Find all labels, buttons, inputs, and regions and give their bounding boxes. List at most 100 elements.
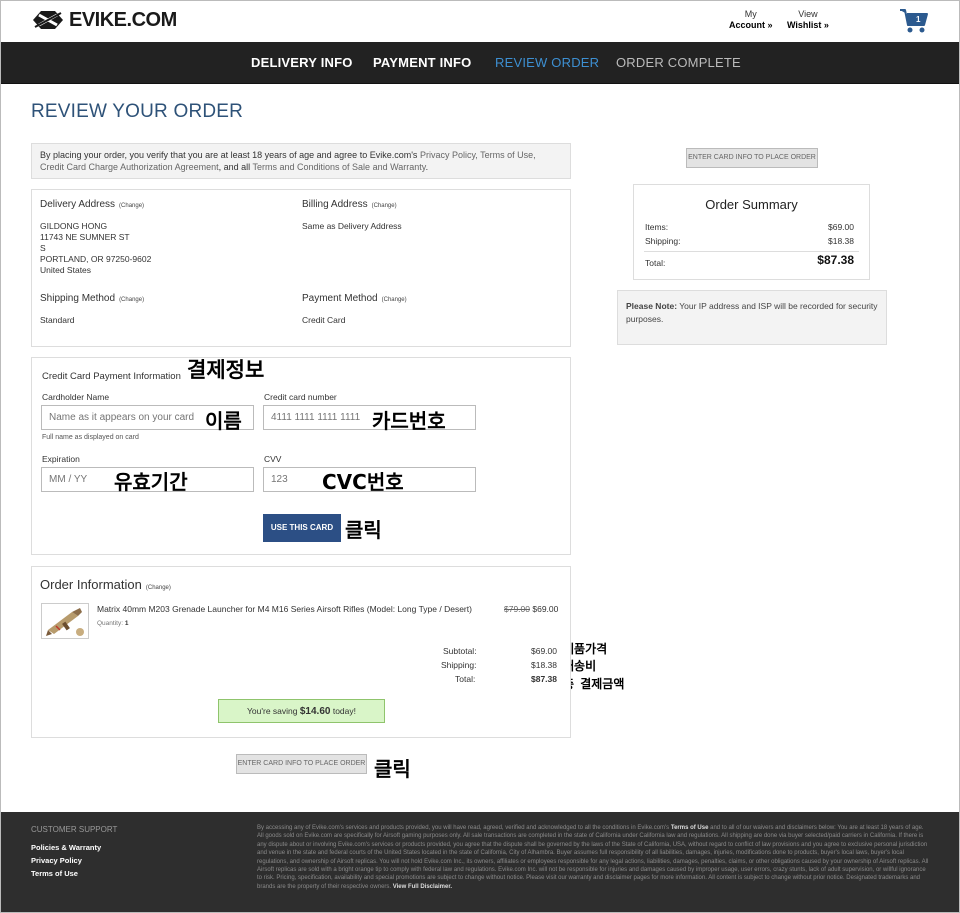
shipping-method-label: Shipping Method — [40, 293, 116, 304]
total-value: $87.38 — [531, 674, 557, 684]
authorization-agreement-link[interactable]: Authorization Agreement — [120, 162, 219, 172]
card-section-title: Credit Card Payment Information — [42, 371, 181, 382]
total-label: Total: — [455, 674, 476, 684]
order-info-title: Order Information — [40, 577, 142, 592]
saving-post: today! — [332, 706, 356, 716]
summary-items-value: $69.00 — [828, 222, 854, 232]
agreement-period: . — [425, 162, 429, 172]
sale-price: $69.00 — [532, 604, 559, 614]
order-summary-box: Order Summary Items: $69.00 Shipping: $1… — [633, 184, 870, 280]
legal-terms-link[interactable]: Terms of Use — [671, 825, 709, 831]
product-price: $79.00 $69.00 — [504, 604, 558, 615]
step-review-order[interactable]: REVIEW ORDER — [495, 55, 599, 70]
summary-items-label: Items: — [645, 222, 669, 232]
place-order-button-bottom[interactable]: ENTER CARD INFO TO PLACE ORDER — [236, 754, 367, 774]
security-note: Please Note: Your IP address and ISP wil… — [617, 290, 887, 345]
summary-divider — [644, 251, 859, 252]
saving-amount: $14.60 — [299, 706, 331, 717]
annotation-click-2: 클릭 — [374, 757, 411, 781]
page-title: REVIEW YOUR ORDER — [31, 101, 244, 122]
annotation-name: 이름 — [205, 409, 242, 433]
customer-support-heading: CUSTOMER SUPPORT — [31, 825, 118, 834]
agreement-text-2: , and all — [218, 162, 251, 172]
legal-text-a: By accessing any of Evike.com's services… — [257, 825, 670, 831]
saving-pre: You're saving — [247, 706, 298, 716]
delivery-address-label: Delivery Address — [40, 199, 116, 210]
footer-link-terms[interactable]: Terms of Use — [31, 869, 78, 878]
cvv-label: CVV — [264, 454, 282, 464]
shipping-change-link[interactable]: (Change) — [119, 297, 144, 303]
wishlist-line2: Wishlist » — [787, 20, 829, 30]
step-delivery-info[interactable]: DELIVERY INFO — [251, 55, 353, 70]
expiration-label: Expiration — [42, 454, 80, 464]
shipping-method-value: Standard — [40, 315, 75, 325]
checkout-steps-nav: DELIVERY INFO PAYMENT INFO REVIEW ORDER … — [1, 42, 959, 84]
billing-change-link[interactable]: (Change) — [372, 203, 397, 209]
delivery-change-link[interactable]: (Change) — [119, 203, 144, 209]
view-wishlist-link[interactable]: View Wishlist » — [787, 9, 829, 31]
note-label: Please Note: — [626, 301, 678, 311]
billing-address-label: Billing Address — [302, 199, 368, 210]
annotation-expiry: 유효기간 — [114, 470, 188, 494]
cart-button[interactable]: 1 — [899, 7, 929, 38]
delivery-address-heading: Delivery Address (Change) — [40, 199, 144, 210]
footer-link-policies[interactable]: Policies & Warranty — [31, 843, 101, 852]
annotation-payment-info: 결제정보 — [187, 358, 265, 382]
annotation-total: 총 결제금액 — [563, 677, 625, 691]
savings-badge: You're saving $14.60 today! — [218, 699, 385, 723]
legal-text-b: and to all of our waivers and disclaimer… — [257, 825, 929, 890]
card-number-label: Credit card number — [264, 392, 337, 402]
shipping-label: Shipping: — [441, 660, 477, 670]
my-account-link[interactable]: My Account » — [729, 9, 773, 31]
grenade-launcher-image — [46, 608, 84, 636]
summary-title: Order Summary — [705, 197, 798, 212]
cardholder-hint: Full name as displayed on card — [42, 434, 139, 441]
wishlist-line1: View — [798, 9, 818, 19]
product-thumbnail[interactable] — [41, 603, 89, 639]
top-header: EVIKE.COM My Account » View Wishlist » 1 — [1, 1, 959, 42]
order-change-link[interactable]: (Change) — [146, 585, 171, 591]
product-name[interactable]: Matrix 40mm M203 Grenade Launcher for M4… — [97, 604, 472, 615]
payment-method-label: Payment Method — [302, 293, 378, 304]
terms-conditions-link[interactable]: Terms and Conditions of Sale and Warrant… — [253, 162, 426, 172]
payment-method-heading: Payment Method (Change) — [302, 293, 407, 304]
step-payment-info[interactable]: PAYMENT INFO — [373, 55, 471, 70]
step-order-complete: ORDER COMPLETE — [616, 55, 741, 70]
delivery-address-value: GILDONG HONG 11743 NE SUMNER ST S PORTLA… — [40, 221, 152, 275]
subtotal-value: $69.00 — [531, 646, 557, 656]
footer: CUSTOMER SUPPORT Policies & Warranty Pri… — [1, 812, 959, 912]
account-line1: My — [744, 9, 757, 19]
cart-count: 1 — [916, 15, 921, 24]
quantity-value: 1 — [124, 620, 129, 627]
use-this-card-button[interactable]: USE THIS CARD — [263, 514, 341, 542]
footer-link-privacy[interactable]: Privacy Policy — [31, 856, 82, 865]
subtotal-label: Subtotal: — [443, 646, 477, 656]
annotation-cvc: CVC번호 — [322, 470, 404, 494]
account-line2: Account » — [729, 20, 773, 30]
product-quantity: Quantity: 1 — [97, 618, 128, 629]
summary-total-value: $87.38 — [817, 253, 854, 267]
billing-address-heading: Billing Address (Change) — [302, 199, 397, 210]
agreement-text: By placing your order, you verify that y… — [40, 150, 418, 160]
cardholder-label: Cardholder Name — [42, 392, 110, 402]
shopping-cart-icon: 1 — [900, 9, 928, 33]
legal-disclaimer: By accessing any of Evike.com's services… — [257, 824, 929, 891]
shipping-method-heading: Shipping Method (Change) — [40, 293, 144, 304]
view-full-disclaimer-link[interactable]: View Full Disclaimer. — [393, 884, 452, 890]
evike-logo[interactable]: EVIKE.COM — [31, 7, 177, 33]
shipping-value: $18.38 — [531, 660, 557, 670]
logo-text: EVIKE.COM — [69, 8, 177, 31]
place-order-button-top[interactable]: ENTER CARD INFO TO PLACE ORDER — [686, 148, 818, 168]
annotation-click-1: 클릭 — [345, 518, 382, 542]
billing-address-value: Same as Delivery Address — [302, 221, 402, 231]
payment-change-link[interactable]: (Change) — [382, 297, 407, 303]
original-price: $79.00 — [504, 604, 530, 614]
order-info-heading: Order Information (Change) — [40, 577, 171, 592]
agreement-notice: By placing your order, you verify that y… — [31, 143, 571, 179]
quantity-label: Quantity: — [97, 620, 124, 627]
summary-shipping-value: $18.38 — [828, 236, 854, 246]
payment-method-value: Credit Card — [302, 315, 346, 325]
summary-shipping-label: Shipping: — [645, 236, 681, 246]
logo-shield-icon — [33, 11, 63, 29]
summary-total-label: Total: — [645, 258, 666, 268]
